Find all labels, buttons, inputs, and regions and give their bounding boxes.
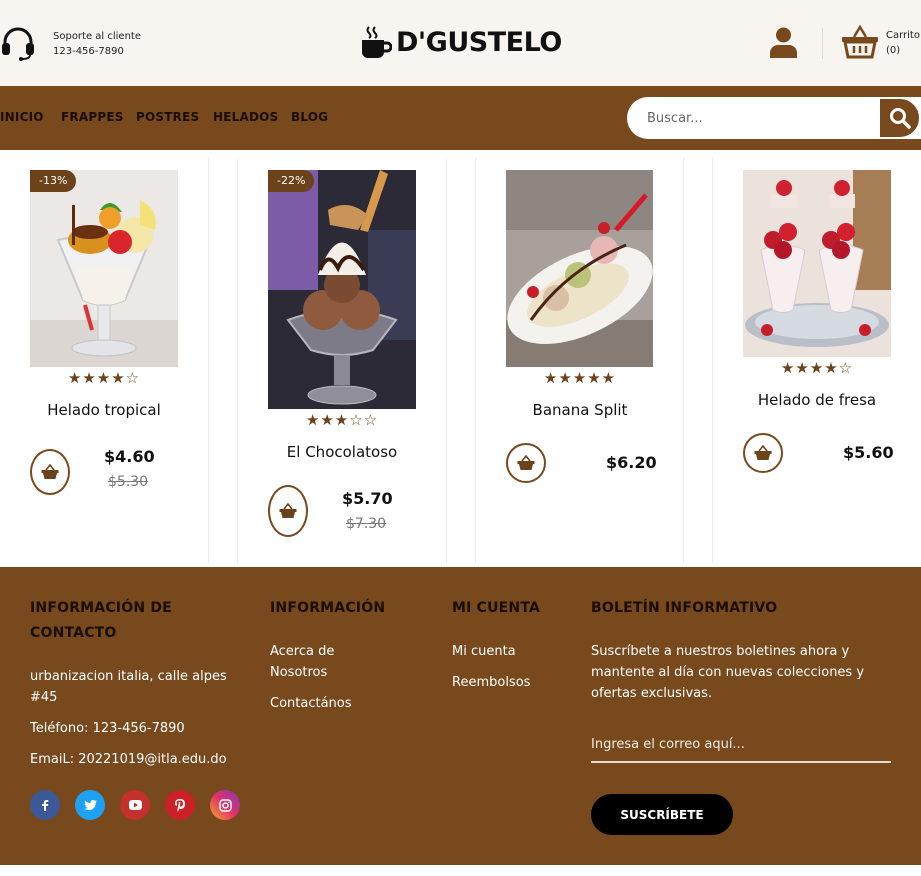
add-to-cart-button[interactable] [506, 443, 546, 483]
contact-heading-line: CONTACTO [30, 625, 117, 641]
address-line: #45 [30, 690, 58, 705]
product-image-helado-tropical[interactable] [30, 170, 178, 367]
support-title: Soporte al cliente [53, 31, 141, 42]
search-input[interactable] [647, 97, 877, 139]
product-grid: -13% ★★★★☆ Helado tropical $4.60 $5.30 -… [0, 150, 921, 567]
pinterest-icon[interactable] [165, 790, 195, 820]
main-nav: INICIO FRAPPES POSTRES HELADOS BLOG [0, 86, 921, 150]
address-line: urbanizacion italia, calle alpes [30, 669, 227, 684]
search-bar [627, 97, 921, 139]
user-account-icon[interactable] [768, 26, 799, 58]
brand-name: D'GUSTELO [396, 26, 562, 58]
nav-item-blog[interactable]: BLOG [291, 110, 328, 124]
newsletter-text-line: mantente al día con nuevas colecciones y [591, 665, 865, 680]
newsletter-email-input[interactable] [591, 727, 891, 763]
subscribe-button[interactable]: SUSCRÍBETE [591, 794, 733, 835]
header-divider [822, 28, 823, 59]
my-account-link[interactable]: Mi cuenta [452, 641, 516, 662]
contact-link[interactable]: Contactános [270, 693, 352, 714]
contact-heading-line: INFORMACIÓN DE [30, 600, 172, 616]
support-phone: 123-456-7890 [53, 46, 124, 57]
discount-badge: -13% [30, 170, 77, 192]
product-price: $5.60 [843, 443, 894, 462]
about-us-link[interactable]: Acerca de Nosotros [270, 641, 334, 683]
nav-item-helados[interactable]: HELADOS [213, 110, 278, 124]
headset-icon [2, 27, 34, 61]
cart-basket-icon[interactable] [841, 24, 879, 60]
youtube-icon[interactable] [120, 790, 150, 820]
site-footer: INFORMACIÓN DE CONTACTO urbanizacion ita… [0, 567, 921, 865]
brand-logo[interactable]: D'GUSTELO [360, 24, 562, 60]
product-card[interactable]: ★★★★☆ Helado de fresa $5.60 [713, 150, 921, 567]
coffee-cup-icon [362, 26, 392, 58]
customer-support: Soporte al cliente 123-456-7890 [0, 26, 141, 62]
nav-item-inicio[interactable]: INICIO [0, 110, 44, 124]
add-to-cart-button[interactable] [743, 433, 783, 473]
rating-stars: ★★★☆☆ [305, 411, 379, 429]
contact-phone: Teléfono: 123-456-7890 [30, 721, 185, 736]
product-name[interactable]: Banana Split [506, 401, 654, 419]
search-icon [889, 108, 911, 129]
product-old-price: $7.30 [346, 516, 387, 532]
page-bottom [0, 865, 921, 876]
product-image-helado-de-fresa[interactable] [743, 170, 891, 357]
cart-summary[interactable]: Carrito (0) [886, 28, 920, 58]
add-to-cart-button[interactable] [268, 485, 308, 537]
add-to-cart-button[interactable] [30, 449, 70, 495]
product-card[interactable]: ★★★★★ Banana Split $6.20 [476, 150, 713, 567]
contact-email: EmaiL: 20221019@itla.edu.do [30, 752, 227, 767]
instagram-icon[interactable] [210, 790, 240, 820]
discount-badge: -22% [268, 170, 315, 192]
refunds-link[interactable]: Reembolsos [452, 672, 530, 693]
info-heading: INFORMACIÓN [270, 600, 386, 616]
contact-address: urbanizacion italia, calle alpes #45 [30, 666, 227, 708]
top-header: Soporte al cliente 123-456-7890 D'GUSTEL… [0, 0, 921, 86]
product-card[interactable]: -13% ★★★★☆ Helado tropical $4.60 $5.30 [0, 150, 237, 567]
rating-stars: ★★★★☆ [67, 369, 141, 387]
contact-heading: INFORMACIÓN DE CONTACTO [30, 596, 172, 646]
product-name[interactable]: El Chocolatoso [268, 443, 416, 461]
newsletter-text: Suscríbete a nuestros boletines ahora y … [591, 641, 864, 704]
product-price: $5.70 [342, 489, 393, 508]
facebook-icon[interactable] [30, 790, 60, 820]
cart-count: (0) [886, 45, 901, 56]
rating-stars: ★★★★☆ [780, 359, 854, 377]
newsletter-text-line: Suscríbete a nuestros boletines ahora y [591, 644, 850, 659]
about-us-link-line: Acerca de [270, 644, 335, 659]
product-price: $4.60 [104, 447, 155, 466]
basket-icon [754, 445, 772, 460]
search-button[interactable] [878, 97, 921, 139]
basket-icon [279, 503, 297, 518]
rating-stars: ★★★★★ [543, 369, 617, 387]
newsletter-text-line: ofertas exclusivas. [591, 686, 713, 701]
basket-icon [517, 455, 535, 470]
nav-item-postres[interactable]: POSTRES [136, 110, 199, 124]
product-card[interactable]: -22% ★★★☆☆ El Chocolatoso $5.70 $7.30 [238, 150, 475, 567]
product-old-price: $5.30 [108, 474, 149, 490]
product-image-banana-split[interactable] [506, 170, 653, 367]
basket-icon [41, 464, 59, 479]
nav-item-frappes[interactable]: FRAPPES [61, 110, 124, 124]
product-price: $6.20 [606, 453, 657, 472]
about-us-link-line: Nosotros [270, 665, 328, 680]
account-heading: MI CUENTA [452, 600, 541, 616]
newsletter-heading: BOLETÍN INFORMATIVO [591, 600, 778, 616]
cart-label: Carrito [886, 30, 920, 41]
product-name[interactable]: Helado tropical [30, 401, 178, 419]
twitter-icon[interactable] [75, 790, 105, 820]
product-name[interactable]: Helado de fresa [743, 391, 891, 409]
product-image-el-chocolatoso[interactable] [268, 170, 416, 409]
